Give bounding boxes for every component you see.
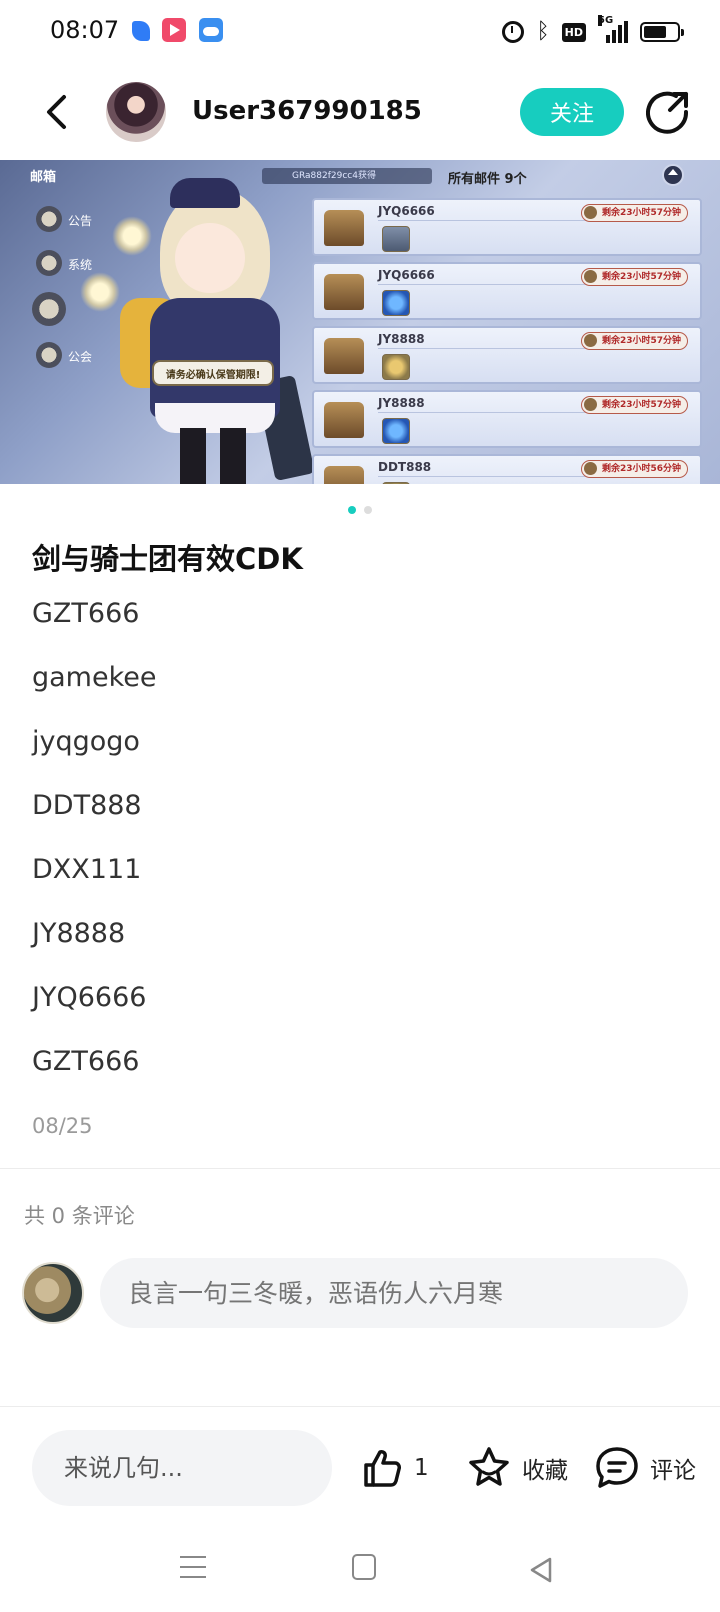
mail-sender: JY8888	[378, 396, 425, 410]
signal-icon: 5G	[598, 15, 628, 43]
like-button[interactable]: 1	[360, 1444, 429, 1492]
cdk-code: GZT666	[32, 598, 140, 629]
cdk-code: DXX111	[32, 854, 142, 885]
game-mail-header: GRa882f29cc4获得 所有邮件 9个	[262, 164, 692, 188]
game-sidebar-label: 公告	[68, 214, 93, 228]
back-nav-icon[interactable]	[528, 1556, 554, 1584]
game-mail-list: JYQ6666 剩余23小时57分钟 JYQ6666 剩余23小时57分钟 JY8888…	[312, 198, 702, 484]
back-arrow-icon[interactable]	[42, 94, 72, 130]
reward-icon	[382, 482, 410, 484]
mail-sender: JY8888	[378, 332, 425, 346]
home-nav-icon[interactable]	[352, 1554, 376, 1580]
carousel-dot[interactable]	[348, 506, 356, 514]
current-user-avatar	[22, 1262, 84, 1324]
thumbs-up-icon	[364, 1450, 401, 1487]
comment-bubble-icon	[596, 1447, 638, 1488]
favorite-button[interactable]: 收藏	[466, 1444, 568, 1492]
app-notification-icon	[132, 21, 150, 41]
hd-icon: HD	[561, 22, 586, 42]
mail-timer: 剩余23小时57分钟	[580, 204, 688, 222]
game-mail-count: 所有邮件 9个	[448, 172, 527, 187]
system-navigation-bar	[0, 1536, 720, 1612]
post-title: 剑与骑士团有效CDK	[32, 542, 303, 576]
favorite-label: 收藏	[522, 1458, 568, 1484]
game-ticker: GRa882f29cc4获得	[262, 168, 432, 184]
reward-icon	[382, 418, 410, 444]
network-type-label: 5G	[598, 15, 614, 26]
treasure-chest-icon	[324, 338, 364, 374]
mail-sender: JYQ6666	[378, 268, 435, 282]
reward-icon	[382, 290, 410, 316]
game-mail-item: JY8888 剩余23小时57分钟	[312, 390, 702, 448]
divider	[0, 1168, 720, 1169]
game-mail-item: JYQ6666 剩余23小时57分钟	[312, 262, 702, 320]
mail-timer: 剩余23小时57分钟	[580, 396, 688, 414]
cdk-code: jyqgogo	[32, 726, 140, 757]
cdk-code: GZT666	[32, 1046, 140, 1077]
treasure-chest-icon	[324, 274, 364, 310]
carousel-indicator	[0, 506, 720, 518]
mail-timer: 剩余23小时57分钟	[580, 268, 688, 286]
battery-icon	[640, 22, 684, 42]
comment-count: 共 0 条评论	[24, 1204, 135, 1228]
comment-button[interactable]: 评论	[594, 1444, 696, 1492]
carousel-dot[interactable]	[364, 506, 372, 514]
share-icon[interactable]	[646, 90, 690, 134]
mail-timer: 剩余23小时56分钟	[580, 460, 688, 478]
game-sidebar-label: 公会	[68, 350, 93, 364]
treasure-chest-icon	[324, 210, 364, 246]
system-icons: ᛒ HD 5G	[502, 15, 684, 46]
treasure-chest-icon	[324, 402, 364, 438]
announcement-icon	[36, 206, 62, 232]
sparkle-icon	[80, 272, 120, 312]
follow-button[interactable]: 关注	[520, 88, 624, 136]
game-sidebar-label: 系统	[68, 258, 93, 272]
author-username[interactable]: User367990185	[192, 96, 422, 126]
home-icon	[662, 164, 684, 186]
like-count: 1	[414, 1455, 429, 1481]
weather-app-notification-icon	[199, 18, 223, 42]
system-icon	[36, 250, 62, 276]
personal-icon	[32, 292, 66, 326]
status-time: 08:07	[50, 16, 120, 44]
mail-timer: 剩余23小时57分钟	[580, 332, 688, 350]
quick-comment-input[interactable]: 来说几句...	[32, 1430, 332, 1506]
guild-icon	[36, 342, 62, 368]
game-speech-bubble: 请务必确认保管期限!	[152, 360, 274, 386]
alarm-icon	[502, 21, 525, 43]
cdk-code: DDT888	[32, 790, 142, 821]
cdk-code: JY8888	[32, 918, 126, 949]
video-app-notification-icon	[162, 18, 186, 42]
game-mail-item: JY8888 剩余23小时57分钟	[312, 326, 702, 384]
cdk-code-list: GZT666 gamekee jyqgogo DDT888 DXX111 JY8888 JY…	[32, 596, 632, 1108]
post-image-carousel[interactable]: 邮箱 公告 系统 公会 请务必确认保管期限! GRa882f29cc4获得 所有…	[0, 160, 720, 484]
comment-label: 评论	[650, 1458, 696, 1484]
mail-sender: DDT888	[378, 460, 432, 474]
author-avatar[interactable]	[106, 82, 166, 142]
menu-icon[interactable]	[180, 1556, 206, 1580]
star-icon	[469, 1447, 509, 1486]
cdk-code: JYQ6666	[32, 982, 147, 1013]
reward-icon	[382, 354, 410, 380]
treasure-chest-icon	[324, 466, 364, 484]
divider	[0, 1406, 720, 1407]
status-bar: 08:07 ᛒ HD 5G	[0, 0, 720, 64]
bluetooth-icon: ᛒ	[536, 19, 550, 44]
comment-input[interactable]	[100, 1258, 688, 1328]
post-date: 08/25	[32, 1114, 93, 1138]
game-mail-item: JYQ6666 剩余23小时57分钟	[312, 198, 702, 256]
cdk-code: gamekee	[32, 662, 157, 693]
reward-icon	[382, 226, 410, 252]
game-mail-item: DDT888 剩余23小时56分钟	[312, 454, 702, 484]
game-character-illustration	[120, 178, 320, 484]
mail-sender: JYQ6666	[378, 204, 435, 218]
game-sidebar: 公告 系统 公会	[20, 180, 110, 480]
post-header: User367990185 关注	[0, 72, 720, 152]
